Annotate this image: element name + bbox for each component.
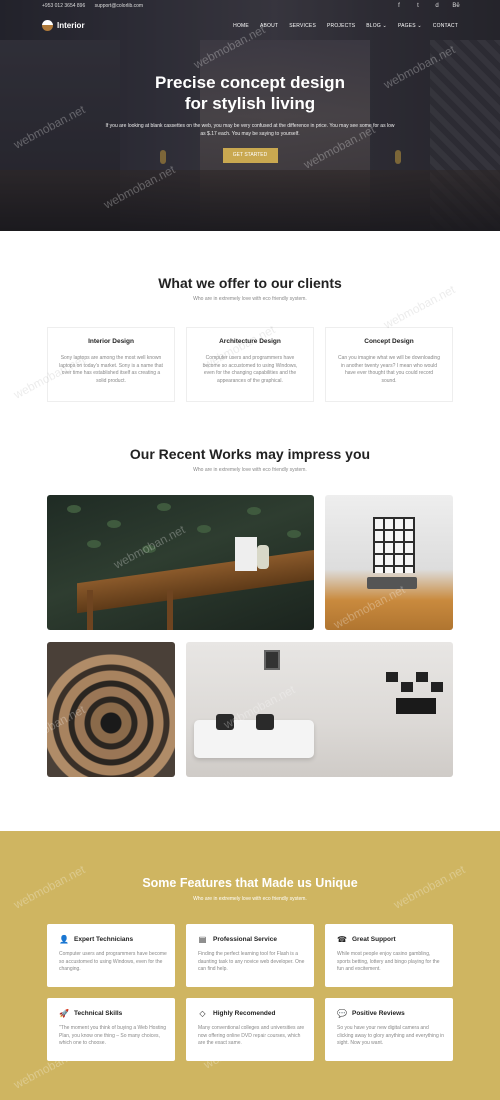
nav-item-about[interactable]: ABOUT (260, 23, 278, 29)
nav-item-projects[interactable]: PROJECTS (327, 23, 355, 29)
works-subtitle: Who are in extremely love with eco frien… (193, 467, 307, 473)
feature-text: "The moment you think of buying a Web Ho… (59, 1025, 167, 1046)
works-title: Our Recent Works may impress you (129, 446, 371, 462)
license-icon: ▤ (198, 935, 207, 944)
chat-icon: 💬 (337, 1009, 347, 1018)
hero-banner: +953 012 3654 896 support@colorlib.com f… (0, 0, 500, 231)
nav-item-contact[interactable]: CONTACT (433, 23, 458, 29)
feature-text: Computer users and programmers have beco… (59, 951, 167, 972)
hero-content: Precise concept design for stylish livin… (0, 72, 500, 163)
feature-text: Many conventional colleges and universit… (198, 1025, 305, 1046)
feature-card[interactable]: ◇ Highly Recomended Many conventional col… (186, 998, 314, 1061)
hero-title-line: for stylish living (184, 94, 316, 113)
behance-icon[interactable]: Bē (452, 3, 460, 9)
feature-card[interactable]: ▤ Professional Service Finding the perfec… (186, 924, 314, 987)
user-icon: 👤 (59, 935, 69, 944)
feature-text: So you have your new digital camera and … (337, 1025, 445, 1046)
feature-card[interactable]: 💬 Positive Reviews So you have your new d… (325, 998, 453, 1061)
email-link[interactable]: support@colorlib.com (95, 3, 143, 9)
work-image-staircase[interactable] (47, 642, 175, 777)
main-navbar: Interior HOME ABOUT SERVICES PROJECTS BL… (0, 14, 500, 40)
brand-logo[interactable]: Interior (42, 20, 85, 31)
feature-text: Finding the perfect learning tool for Fl… (198, 951, 305, 972)
feature-title: Great Support (352, 936, 396, 943)
logo-icon (42, 20, 53, 31)
nav-item-pages[interactable]: PAGES ⌄ (398, 23, 422, 29)
rocket-icon: 🚀 (59, 1009, 69, 1018)
nav-menu: HOME ABOUT SERVICES PROJECTS BLOG ⌄ PAGE… (233, 23, 458, 29)
feature-card[interactable]: 🚀 Technical Skills "The moment you think … (47, 998, 175, 1061)
hero-title: Precise concept design for stylish livin… (0, 72, 500, 114)
feature-title: Expert Technicians (74, 936, 134, 943)
offer-card[interactable]: Interior Design Sony laptops are among t… (47, 327, 175, 402)
feature-title: Highly Recomended (213, 1010, 276, 1017)
feature-title: Professional Service (213, 936, 277, 943)
phone-link[interactable]: +953 012 3654 896 (42, 3, 85, 9)
brand-name: Interior (57, 21, 85, 30)
hero-description: If you are looking at blank cassettes on… (105, 123, 395, 137)
facebook-icon[interactable]: f (395, 3, 403, 9)
nav-item-home[interactable]: HOME (233, 23, 249, 29)
phone-icon: ☎ (337, 935, 347, 944)
feature-card[interactable]: 👤 Expert Technicians Computer users and p… (47, 924, 175, 987)
twitter-icon[interactable]: t (414, 3, 422, 9)
offer-card-text: Computer users and programmers have beco… (202, 355, 298, 384)
offer-subtitle: Who are in extremely love with eco frien… (193, 296, 307, 302)
work-image-dining[interactable] (47, 495, 314, 630)
work-image-living-room[interactable] (186, 642, 453, 777)
nav-item-services[interactable]: SERVICES (289, 23, 316, 29)
offer-card-text: Can you imagine what we will be download… (337, 355, 440, 384)
features-title: Some Features that Made us Unique (142, 876, 358, 890)
hero-title-line: Precise concept design (155, 73, 345, 92)
work-image-office[interactable] (325, 495, 453, 630)
feature-title: Technical Skills (74, 1010, 123, 1017)
offer-card[interactable]: Architecture Design Computer users and p… (186, 327, 314, 402)
top-bar: +953 012 3654 896 support@colorlib.com f… (0, 0, 500, 14)
nav-item-blog[interactable]: BLOG ⌄ (366, 23, 387, 29)
feature-text: While most people enjoy casino gambling,… (337, 951, 440, 972)
offer-card-text: Sony laptops are among the most well kno… (59, 355, 163, 384)
contact-info: +953 012 3654 896 support@colorlib.com (42, 3, 151, 9)
dribbble-icon[interactable]: d (433, 3, 441, 9)
get-started-button[interactable]: GET STARTED (222, 148, 278, 163)
offer-title: What we offer to our clients (158, 275, 342, 291)
offer-card-title: Interior Design (88, 338, 134, 345)
feature-title: Positive Reviews (352, 1010, 405, 1017)
feature-card[interactable]: ☎ Great Support While most people enjoy c… (325, 924, 453, 987)
offer-card-title: Concept Design (364, 338, 414, 345)
diamond-icon: ◇ (199, 1009, 206, 1018)
features-subtitle: Who are in extremely love with eco frien… (193, 896, 307, 902)
offer-card-title: Architecture Design (219, 338, 281, 345)
social-links: f t d Bē (395, 3, 460, 9)
offer-card[interactable]: Concept Design Can you imagine what we w… (325, 327, 453, 402)
